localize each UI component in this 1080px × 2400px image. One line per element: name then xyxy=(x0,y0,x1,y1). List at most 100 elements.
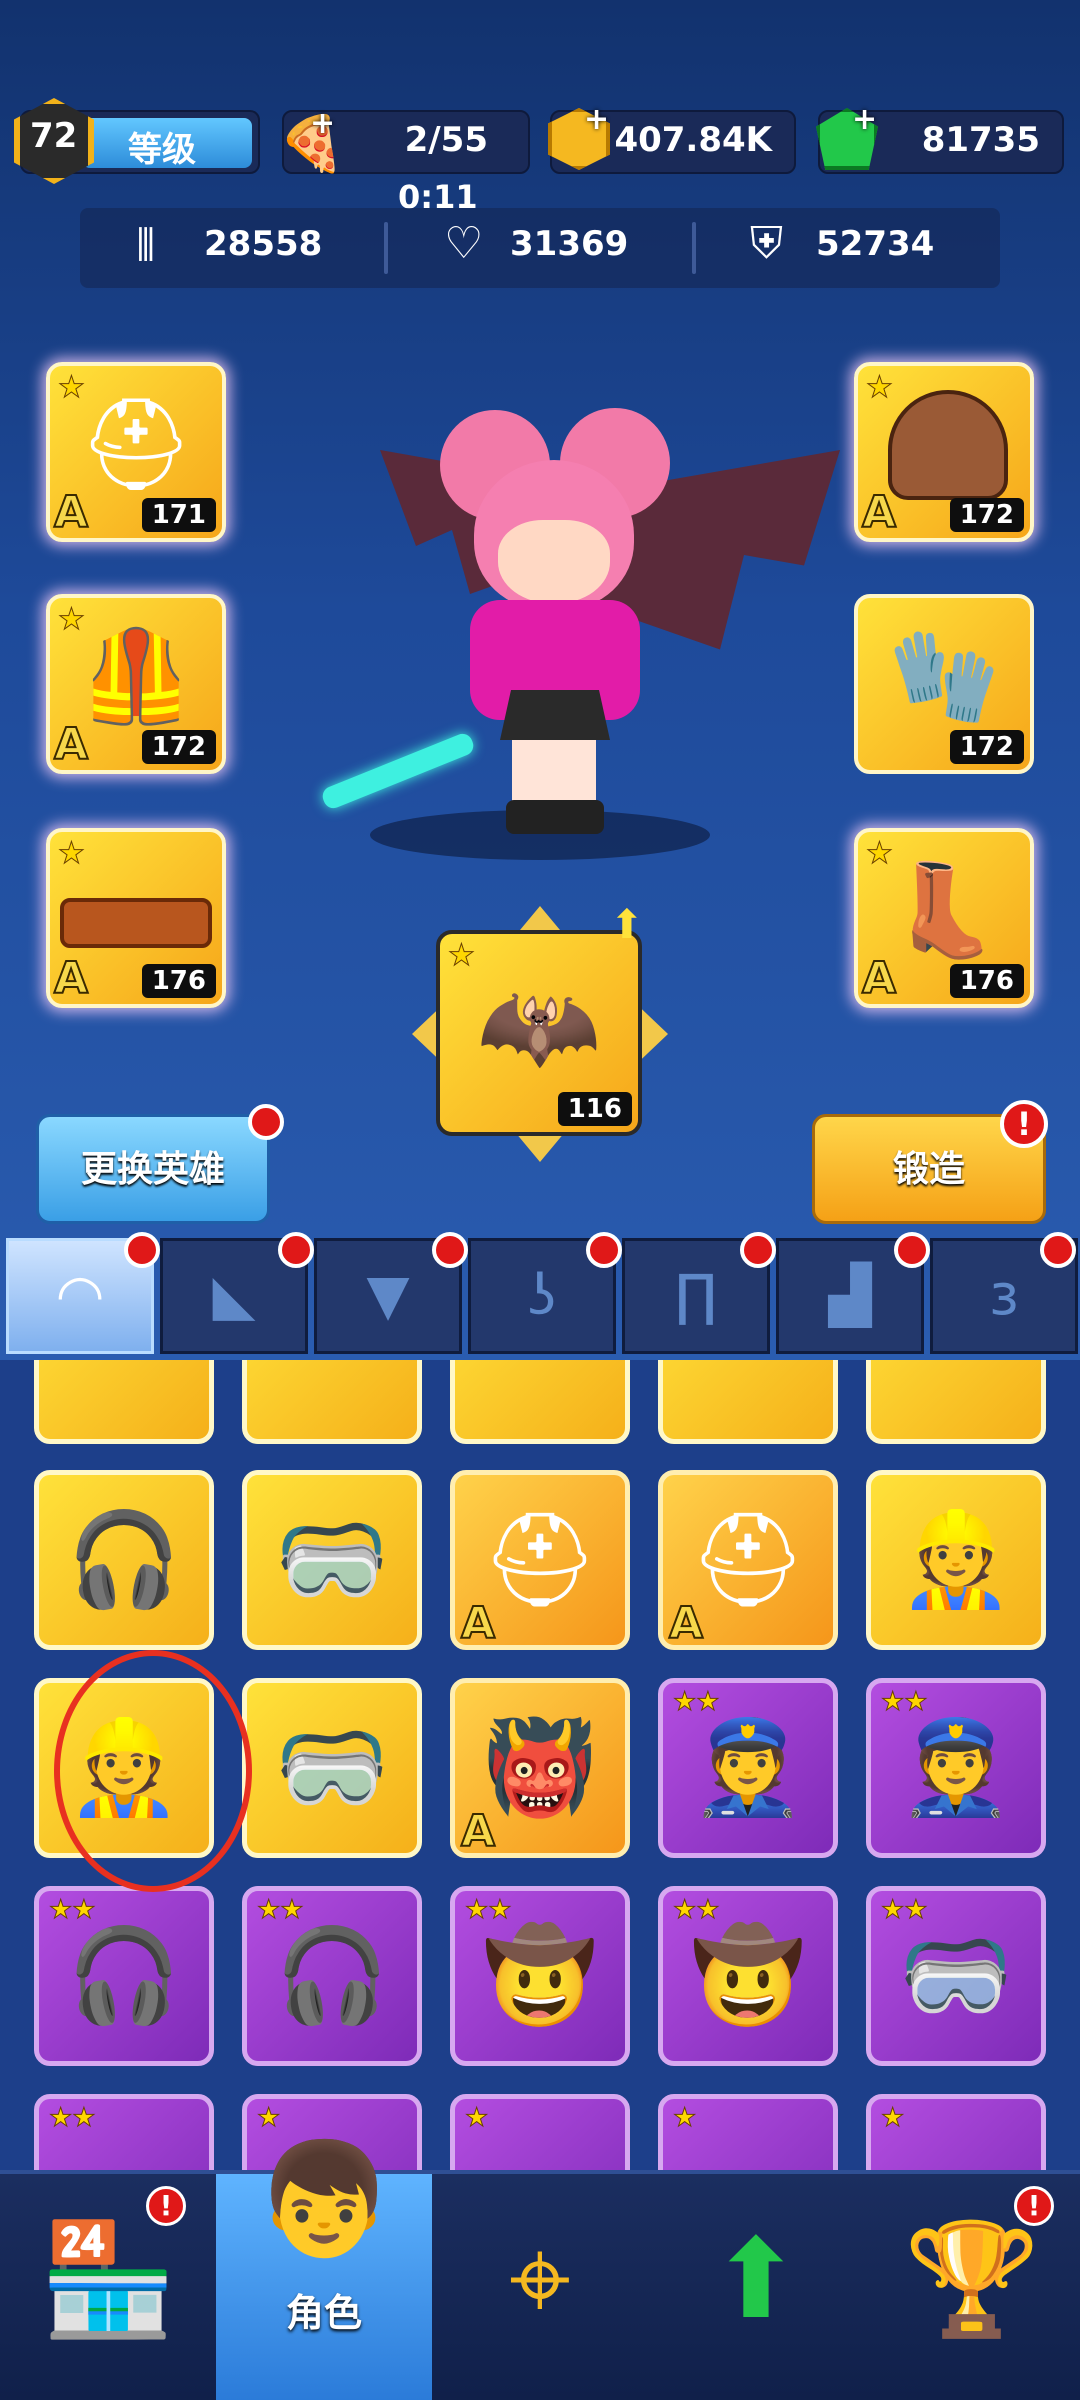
notification-badge xyxy=(278,1232,314,1268)
star-icon: ★★ xyxy=(881,1687,929,1718)
notification-badge xyxy=(248,1104,284,1140)
shield-icon: ⛨ xyxy=(750,218,783,269)
helmet-icon: ⛑ xyxy=(78,392,194,497)
inventory-item[interactable]: 🎧 ★★ xyxy=(242,1886,422,2066)
hero-skirt xyxy=(500,690,610,740)
item-icon: 🤠 xyxy=(482,1922,598,2029)
notification-badge xyxy=(586,1232,622,1268)
nav-upgrade[interactable]: ⬆ xyxy=(648,2174,864,2400)
inventory-item[interactable]: 🥽 ★★ xyxy=(866,1886,1046,2066)
inventory-grid[interactable]: 🎧 🥽 ⛑ A ⛑ A 👷 👷 🥽 👹 A 👮 ★★ 👮 ★★ 🎧 ★★ 🎧 ★★ 🤠 ★★ 🤠 ★★ 🥽 ★★ ★★ ★ ★ … xyxy=(0,1360,1080,2170)
inventory-item[interactable]: 👮 ★★ xyxy=(658,1678,838,1858)
hero-face xyxy=(498,520,610,604)
inventory-item[interactable]: 👹 A xyxy=(450,1678,630,1858)
star-icon: ★★ xyxy=(465,1895,513,1926)
nav-shop[interactable]: 🏪 ! xyxy=(0,2174,216,2400)
inventory-item[interactable]: 🤠 ★★ xyxy=(450,1886,630,2066)
notification-badge xyxy=(1040,1232,1076,1268)
wings-icon: 🦇 xyxy=(476,968,602,1085)
inventory-item[interactable]: 🤠 ★★ xyxy=(658,1886,838,2066)
inventory-item[interactable]: 👮 ★★ xyxy=(866,1678,1046,1858)
star-icon: ★ xyxy=(256,2103,281,2134)
change-hero-label: 更换英雄 xyxy=(80,1149,225,1190)
inventory-item[interactable]: ⛑ A xyxy=(450,1470,630,1650)
divider xyxy=(692,222,696,274)
nav-trophy[interactable]: 🏆 ! xyxy=(864,2174,1080,2400)
bottom-nav: 🏪 ! 👦 角色 ⌖ ⬆ 🏆 ! xyxy=(0,2135,1080,2400)
wing-icon: ɜ xyxy=(989,1263,1019,1328)
item-icon: 🎧 xyxy=(274,1922,390,2029)
glove-icon: ʖ xyxy=(527,1263,557,1328)
upgrade-icon: ⬆ xyxy=(709,2215,803,2343)
equip-slot-belt[interactable]: ★ A 176 xyxy=(46,828,226,1008)
inventory-item[interactable]: 🎧 ★★ xyxy=(34,1886,214,2066)
trophy-icon: 🏆 xyxy=(903,2215,1041,2343)
notification-badge xyxy=(432,1232,468,1268)
gold-amount: 407.84K xyxy=(614,120,772,160)
star-icon: ★★ xyxy=(49,1895,97,1926)
item-icon: 👮 xyxy=(690,1714,806,1821)
inventory-item[interactable]: ★ xyxy=(866,2094,1046,2170)
shop-icon: 🏪 xyxy=(39,2215,177,2343)
grade-label: A xyxy=(53,718,89,771)
pizza-plus-icon[interactable]: + xyxy=(310,106,335,141)
inventory-item[interactable]: ★ xyxy=(658,2094,838,2170)
item-level: 172 xyxy=(949,730,1024,764)
inventory-item[interactable]: ★★ xyxy=(34,2094,214,2170)
equip-slot-helmet[interactable]: ★ ⛑ A 171 xyxy=(46,362,226,542)
equip-slot-vest[interactable]: ★ 🦺 A 172 xyxy=(46,594,226,774)
gems-amount: 81735 xyxy=(921,120,1040,160)
red-circle-annotation xyxy=(54,1650,252,1892)
stats-bar: ⦀ 28558 ♡ 31369 ⛨ 52734 xyxy=(80,208,1000,288)
cap-icon: ◠ xyxy=(55,1263,105,1328)
forge-label: 锻造 xyxy=(892,1149,965,1190)
item-icon: 🎧 xyxy=(66,1922,182,2029)
star-icon: ★ xyxy=(880,2103,905,2134)
nav-weapon[interactable]: ⌖ xyxy=(432,2174,648,2400)
inventory-item[interactable] xyxy=(242,1360,422,1444)
star-icon: ★★ xyxy=(257,1895,305,1926)
equip-slot-shoulder[interactable]: ★ A 172 xyxy=(854,362,1034,542)
hero-avatar-icon: 👦 xyxy=(255,2135,393,2263)
ammo-icon: ⦀ xyxy=(136,220,156,271)
star-icon: ★ xyxy=(464,2103,489,2134)
inventory-item[interactable]: ⛑ A xyxy=(658,1470,838,1650)
item-icon: 👮 xyxy=(898,1714,1014,1821)
shirt-icon: ▼ xyxy=(366,1263,410,1328)
inventory-item[interactable]: ★ xyxy=(450,2094,630,2170)
star-icon: ★★ xyxy=(673,1687,721,1718)
inventory-item[interactable]: 🥽 xyxy=(242,1678,422,1858)
star-icon: ★★ xyxy=(881,1895,929,1926)
item-level: 116 xyxy=(557,1092,632,1126)
gems-plus-icon[interactable]: + xyxy=(852,102,877,137)
inventory-item[interactable] xyxy=(450,1360,630,1444)
item-icon: 👷 xyxy=(898,1506,1014,1613)
inventory-item[interactable] xyxy=(866,1360,1046,1444)
grade-label: A xyxy=(460,1805,496,1858)
inventory-item[interactable]: 🥽 xyxy=(242,1470,422,1650)
vest-icon: 🦺 xyxy=(79,624,193,729)
equip-slot-boot[interactable]: ★ 👢 A 176 xyxy=(854,828,1034,1008)
inventory-item[interactable]: 👷 xyxy=(866,1470,1046,1650)
grade-label: A xyxy=(861,952,897,1005)
grade-label: A xyxy=(53,952,89,1005)
crosshair-icon: ⌖ xyxy=(509,2215,571,2343)
inventory-item[interactable] xyxy=(658,1360,838,1444)
equip-slot-glove[interactable]: 🧤 172 xyxy=(854,594,1034,774)
item-level: 176 xyxy=(949,964,1024,998)
star-icon: ★★ xyxy=(49,2103,97,2134)
alert-badge: ! xyxy=(1000,1100,1048,1148)
gold-plus-icon[interactable]: + xyxy=(584,102,609,137)
inventory-item[interactable] xyxy=(34,1360,214,1444)
grade-label: A xyxy=(668,1597,704,1650)
boot-icon: ▟ xyxy=(828,1263,872,1328)
inventory-item[interactable]: 🎧 xyxy=(34,1470,214,1650)
equip-slot-wings[interactable]: ★ 🦇 116 xyxy=(436,930,642,1136)
shoulder-icon xyxy=(888,390,1008,500)
nav-role[interactable]: 👦 角色 xyxy=(216,2135,432,2400)
belt-icon xyxy=(60,898,212,948)
heart-icon: ♡ xyxy=(444,218,484,269)
level-label: 等级 xyxy=(128,130,196,170)
change-hero-button[interactable]: 更换英雄 xyxy=(36,1114,270,1224)
item-icon: 🤠 xyxy=(690,1922,806,2029)
